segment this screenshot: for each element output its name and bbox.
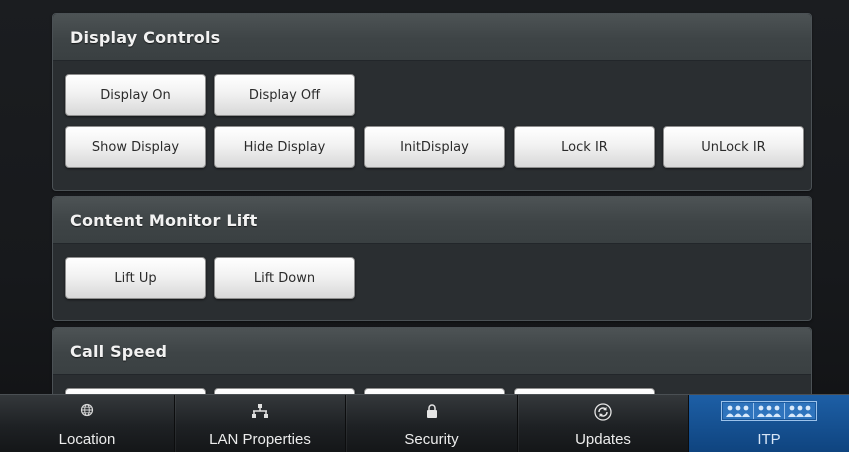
- call-speed-panel: Call Speed: [52, 327, 812, 394]
- panel-title: Call Speed: [70, 342, 168, 361]
- bottom-navbar: Location LAN Properties Security Updates…: [0, 394, 849, 452]
- lift-down-button[interactable]: Lift Down: [214, 257, 355, 299]
- display-on-button[interactable]: Display On: [65, 74, 206, 116]
- lock-icon: [425, 403, 439, 423]
- panel-header: Display Controls: [53, 14, 811, 61]
- nav-tab-location[interactable]: Location: [0, 395, 175, 452]
- show-display-button[interactable]: Show Display: [65, 126, 206, 168]
- unlock-ir-button[interactable]: UnLock IR: [663, 126, 804, 168]
- refresh-icon: [594, 403, 612, 425]
- nav-tab-label: ITP: [757, 431, 781, 448]
- itp-people-icon: [721, 401, 817, 425]
- display-controls-panel: Display Controls Display On Display Off …: [52, 13, 812, 191]
- globe-icon: [80, 403, 94, 421]
- init-display-button[interactable]: InitDisplay: [364, 126, 505, 168]
- lift-up-button[interactable]: Lift Up: [65, 257, 206, 299]
- content-monitor-lift-panel: Content Monitor Lift Lift Up Lift Down: [52, 196, 812, 321]
- display-off-button[interactable]: Display Off: [214, 74, 355, 116]
- hide-display-button[interactable]: Hide Display: [214, 126, 355, 168]
- screen: Display Controls Display On Display Off …: [0, 0, 849, 452]
- lock-ir-button[interactable]: Lock IR: [514, 126, 655, 168]
- nav-tab-label: Security: [404, 431, 459, 448]
- nav-tab-label: LAN Properties: [209, 431, 311, 448]
- panel-title: Display Controls: [70, 28, 221, 47]
- nav-tab-updates[interactable]: Updates: [518, 395, 689, 452]
- panel-title: Content Monitor Lift: [70, 211, 258, 230]
- nav-tab-label: Updates: [575, 431, 631, 448]
- panel-header: Call Speed: [53, 328, 811, 375]
- nav-tab-itp[interactable]: ITP: [689, 395, 849, 452]
- nav-tab-security[interactable]: Security: [346, 395, 518, 452]
- panel-header: Content Monitor Lift: [53, 197, 811, 244]
- settings-scroll-area[interactable]: Display Controls Display On Display Off …: [0, 0, 849, 394]
- nav-tab-lan-properties[interactable]: LAN Properties: [175, 395, 346, 452]
- network-icon: [251, 403, 269, 423]
- nav-tab-label: Location: [58, 431, 116, 448]
